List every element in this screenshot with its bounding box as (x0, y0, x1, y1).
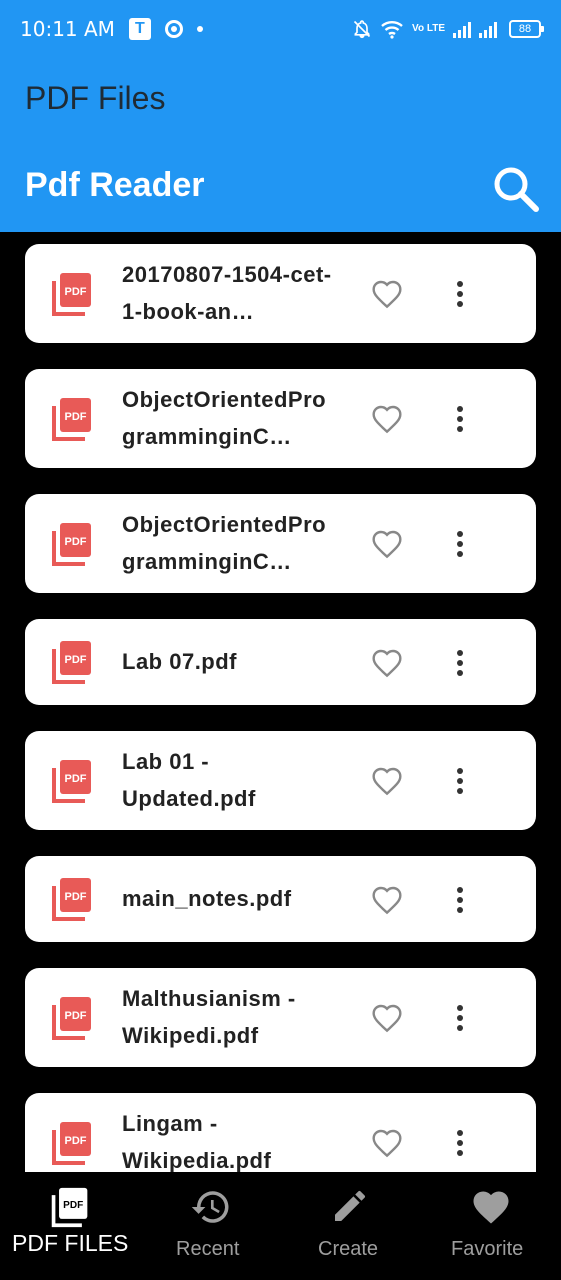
file-name: 20170807-1504-cet-1-book-an… (122, 262, 332, 324)
heart-outline-icon (372, 649, 402, 678)
more-options-button[interactable] (445, 526, 475, 562)
favorite-button[interactable] (369, 763, 405, 799)
favorite-button[interactable] (369, 401, 405, 437)
heart-outline-icon (372, 767, 402, 796)
search-button[interactable] (490, 163, 542, 215)
pdf-file-icon: PDF (52, 1122, 91, 1165)
nav-favorite[interactable]: Favorite (420, 1172, 561, 1280)
bell-off-icon (352, 19, 372, 39)
more-options-button[interactable] (445, 1000, 475, 1036)
pdf-file-icon: PDF (52, 760, 91, 803)
screen-title: Pdf Reader (25, 166, 205, 204)
pdf-file-icon: PDF (51, 1187, 88, 1228)
wifi-icon (380, 19, 404, 39)
favorite-button[interactable] (369, 1125, 405, 1161)
pdf-list-item[interactable]: PDF ObjectOrientedProgramminginC… (25, 494, 536, 593)
more-vert-icon (457, 531, 463, 557)
svg-text:PDF: PDF (65, 891, 87, 903)
heart-outline-icon (372, 530, 402, 559)
pdf-list-item[interactable]: PDF Lab 07.pdf (25, 619, 536, 705)
history-icon (191, 1191, 229, 1223)
more-vert-icon (457, 887, 463, 913)
chrome-notification-icon (164, 20, 183, 38)
svg-text:PDF: PDF (65, 773, 87, 785)
heart-outline-icon (372, 1129, 402, 1158)
more-vert-icon (457, 281, 463, 307)
favorite-button[interactable] (369, 882, 405, 918)
heart-outline-icon (372, 886, 402, 915)
more-options-button[interactable] (445, 882, 475, 918)
more-options-button[interactable] (445, 1125, 475, 1161)
favorite-button[interactable] (369, 526, 405, 562)
svg-text:PDF: PDF (65, 1010, 87, 1022)
nav-label: Favorite (451, 1238, 524, 1260)
nav-recent[interactable]: Recent (140, 1172, 280, 1280)
pdf-file-icon: PDF (52, 997, 91, 1040)
heart-outline-icon (372, 1004, 402, 1033)
more-options-button[interactable] (445, 276, 475, 312)
pdf-file-icon: PDF (52, 398, 91, 441)
heart-outline-icon (372, 280, 402, 309)
search-icon (494, 167, 539, 212)
more-vert-icon (457, 1005, 463, 1031)
more-vert-icon (457, 406, 463, 432)
more-notifications-dot-icon (196, 26, 203, 32)
nav-label: PDF FILES (12, 1230, 129, 1256)
more-vert-icon (457, 650, 463, 676)
bottom-navigation: PDF PDF FILES Recent Create Favorite (0, 1172, 561, 1280)
svg-text:PDF: PDF (65, 536, 87, 548)
svg-text:PDF: PDF (65, 286, 87, 298)
more-options-button[interactable] (445, 645, 475, 681)
more-options-button[interactable] (445, 763, 475, 799)
teams-notification-icon: T (128, 18, 151, 40)
status-time: 10:11 AM (20, 17, 115, 41)
nav-pdf-files[interactable]: PDF PDF FILES (0, 1172, 140, 1280)
pdf-list-item[interactable]: PDF main_notes.pdf (25, 856, 536, 942)
nav-label: Recent (176, 1238, 240, 1260)
app-title: PDF Files (25, 80, 166, 116)
heart-icon (473, 1191, 509, 1224)
pdf-list-item[interactable]: PDF Malthusianism - Wikipedi.pdf (25, 968, 536, 1067)
favorite-button[interactable] (369, 645, 405, 681)
file-name: main_notes.pdf (122, 886, 292, 911)
heart-outline-icon (372, 405, 402, 434)
more-vert-icon (457, 1130, 463, 1156)
file-name: ObjectOrientedProgramminginC… (122, 512, 327, 574)
file-name: Lab 07.pdf (122, 649, 238, 674)
more-options-button[interactable] (445, 401, 475, 437)
pdf-file-icon: PDF (52, 523, 91, 566)
pdf-file-icon: PDF (52, 641, 91, 684)
pdf-list-item[interactable]: PDF Lingam - Wikipedia.pdf (25, 1093, 536, 1172)
volte-icon: Vo LTE (412, 23, 445, 34)
pdf-file-list[interactable]: PDF 20170807-1504-cet-1-book-an… PDF Obj… (0, 232, 561, 1172)
more-vert-icon (457, 768, 463, 794)
nav-create[interactable]: Create (280, 1172, 420, 1280)
svg-text:PDF: PDF (63, 1200, 83, 1211)
battery-icon: 88 (509, 20, 544, 38)
pdf-list-item[interactable]: PDF ObjectOrientedProgramminginC… (25, 369, 536, 468)
svg-text:PDF: PDF (65, 1135, 87, 1147)
favorite-button[interactable] (369, 276, 405, 312)
file-name: Malthusianism - Wikipedi.pdf (122, 986, 296, 1048)
app-header: PDF Files Pdf Reader (0, 58, 561, 232)
status-bar: 10:11 AM T Vo LTE 88 (0, 0, 561, 58)
favorite-button[interactable] (369, 1000, 405, 1036)
svg-text:PDF: PDF (65, 654, 87, 666)
signal-icon (453, 20, 501, 38)
pencil-icon (335, 1190, 366, 1221)
file-name: Lab 01 - Updated.pdf (122, 749, 256, 811)
pdf-list-item[interactable]: PDF 20170807-1504-cet-1-book-an… (25, 244, 536, 343)
pdf-list-item[interactable]: PDF Lab 01 - Updated.pdf (25, 731, 536, 830)
status-left: 10:11 AM T (20, 17, 203, 41)
pdf-file-icon: PDF (52, 273, 91, 316)
svg-text:PDF: PDF (65, 411, 87, 423)
nav-label: Create (318, 1238, 379, 1260)
file-name: ObjectOrientedProgramminginC… (122, 387, 327, 449)
file-name: Lingam - Wikipedia.pdf (122, 1111, 272, 1172)
status-right: Vo LTE 88 (352, 19, 544, 39)
pdf-file-icon: PDF (52, 878, 91, 921)
